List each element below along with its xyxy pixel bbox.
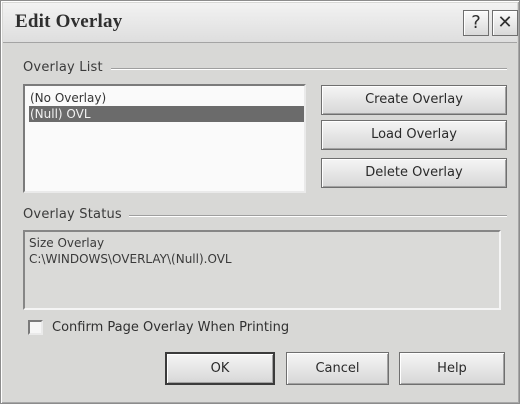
title-bar[interactable]: Edit Overlay ? ✕ [3,3,518,43]
overlay-listbox[interactable]: (No Overlay) (Null) OVL [23,84,306,193]
help-button[interactable]: Help [399,352,505,385]
status-line-2: C:\WINDOWS\OVERLAY\(Null).OVL [29,252,232,266]
create-overlay-button[interactable]: Create Overlay [321,85,507,115]
overlay-list-label: Overlay List [23,60,103,75]
load-overlay-button[interactable]: Load Overlay [321,120,507,150]
overlay-status-label: Overlay Status [23,207,122,222]
delete-overlay-button[interactable]: Delete Overlay [321,158,507,188]
status-line-1: Size Overlay [29,236,105,250]
confirm-overlay-checkbox[interactable] [28,320,43,335]
help-icon[interactable]: ? [463,10,489,36]
cancel-button[interactable]: Cancel [286,352,389,385]
edit-overlay-dialog: Edit Overlay ? ✕ Overlay List (No Overla… [0,0,520,404]
close-icon[interactable]: ✕ [492,10,518,36]
ok-button[interactable]: OK [165,352,275,385]
dialog-title: Edit Overlay [15,11,123,32]
list-item-null-ovl[interactable]: (Null) OVL [29,106,304,122]
overlay-status-divider [129,215,507,217]
list-item-no-overlay[interactable]: (No Overlay) [29,90,304,106]
overlay-list-divider [111,68,507,70]
confirm-overlay-label[interactable]: Confirm Page Overlay When Printing [52,320,289,335]
overlay-status-box: Size Overlay C:\WINDOWS\OVERLAY\(Null).O… [23,230,501,310]
